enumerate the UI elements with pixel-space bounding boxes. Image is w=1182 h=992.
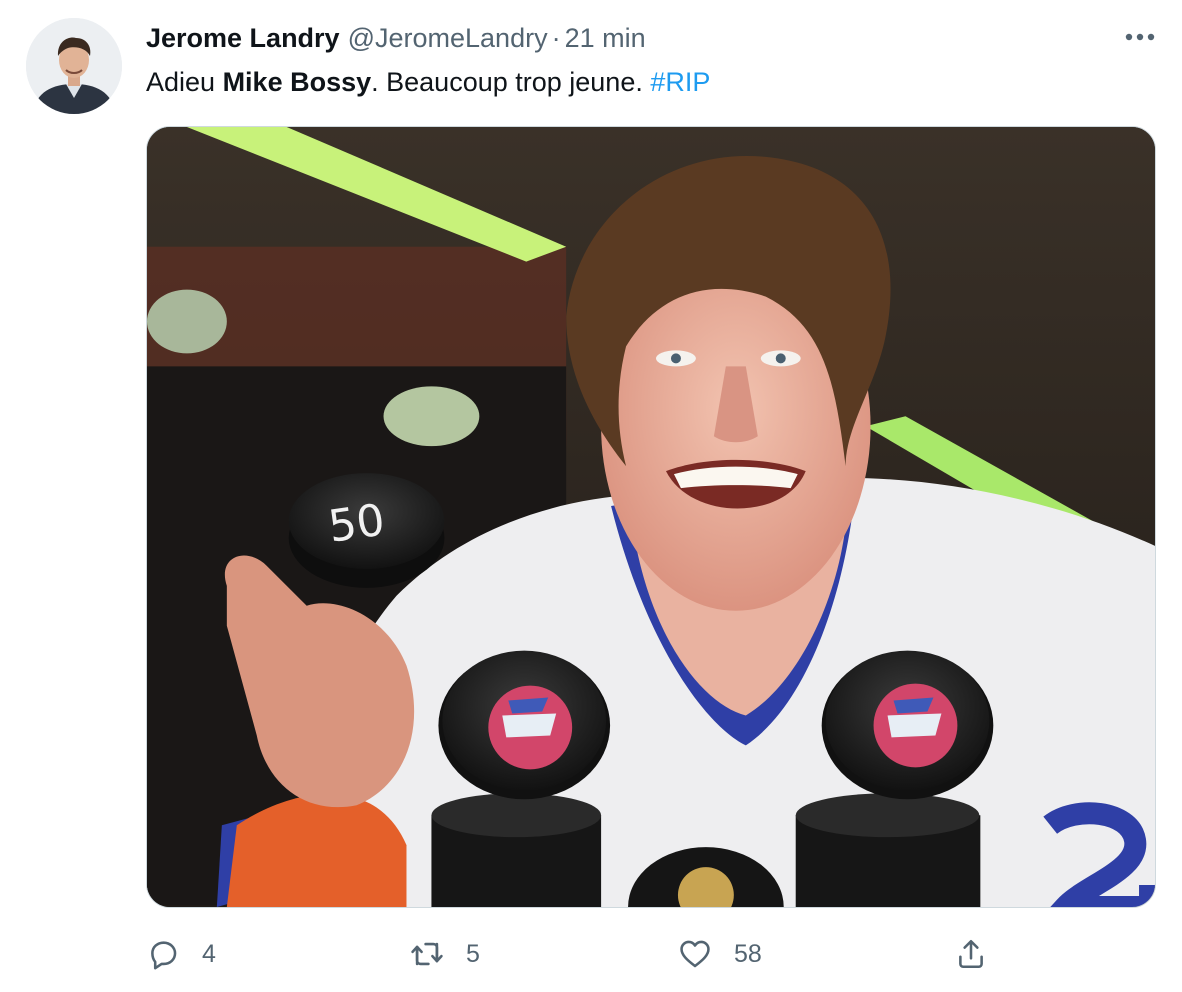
heart-icon — [680, 940, 710, 968]
tweet-text: Adieu Mike Bossy. Beaucoup trop jeune. #… — [146, 64, 1152, 100]
header-separator: · — [551, 23, 561, 53]
retweet-count: 5 — [466, 939, 480, 968]
reply-button[interactable]: 4 — [146, 930, 216, 978]
tweet-header: Jerome Landry @JeromeLandry · 21 min — [146, 20, 1122, 56]
puck-number-label: 50 — [325, 494, 387, 552]
reply-icon — [151, 941, 177, 970]
photo-image: 50 — [147, 127, 1155, 907]
tweet-text-intro: Adieu — [146, 67, 223, 97]
tweet-text-rest: . Beaucoup trop jeune. — [371, 67, 651, 97]
share-button[interactable] — [954, 930, 988, 978]
tweet-text-bold-name: Mike Bossy — [222, 67, 372, 97]
retweet-icon — [411, 942, 443, 966]
like-button[interactable]: 58 — [678, 930, 762, 978]
tweet-card: Jerome Landry @JeromeLandry · 21 min Adieu … — [0, 0, 1182, 992]
more-horizontal-icon — [1125, 33, 1155, 41]
hashtag-link[interactable]: #RIP — [650, 67, 710, 97]
tweet-timestamp[interactable]: 21 min — [565, 23, 646, 53]
avatar-image — [26, 18, 122, 114]
like-count: 58 — [734, 939, 762, 968]
retweet-button[interactable]: 5 — [410, 930, 480, 978]
author-handle[interactable]: @JeromeLandry — [348, 23, 548, 53]
tweet-photo[interactable]: 50 — [146, 126, 1156, 908]
author-avatar[interactable] — [26, 18, 122, 114]
more-options-button[interactable] — [1122, 22, 1158, 52]
author-name[interactable]: Jerome Landry — [146, 23, 340, 53]
reply-count: 4 — [202, 939, 216, 968]
share-icon — [959, 939, 983, 969]
tweet-actions: 4 5 58 — [146, 930, 1006, 978]
